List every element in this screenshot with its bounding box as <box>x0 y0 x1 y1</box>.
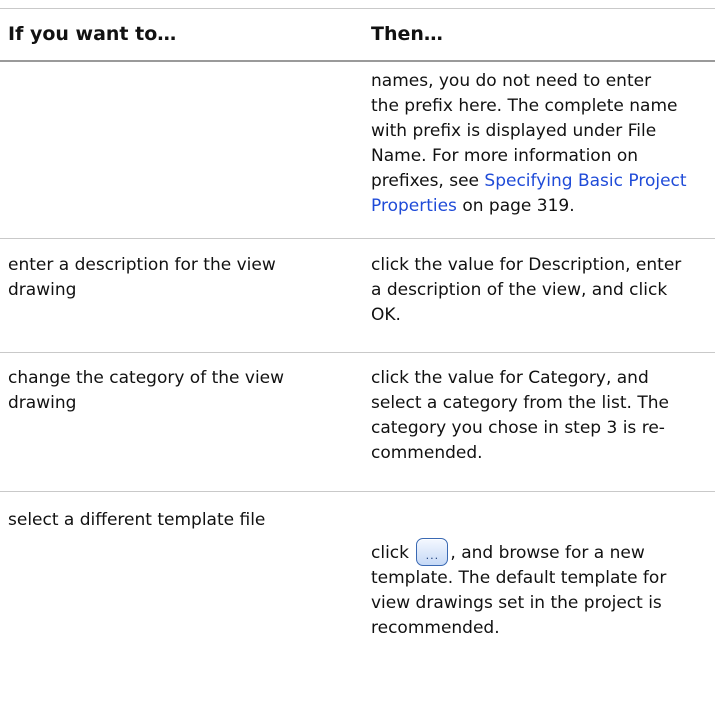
table-row-action: select a different template file <box>8 508 348 533</box>
table-row-result: click the value for Description, enter a… <box>371 253 711 328</box>
table-row-result: click ... , and browse for a new template… <box>371 538 711 641</box>
row4-result-text: , and browse for a new <box>450 543 645 563</box>
row3-result-line: click the value for Category, and <box>371 368 649 388</box>
specifying-basic-project-properties-link[interactable]: Specifying Basic Project <box>484 171 686 191</box>
row1-result-line: Name. For more information on <box>371 146 639 166</box>
specifying-basic-project-properties-link-cont[interactable]: Properties <box>371 196 457 216</box>
header-col1: If you want to… <box>8 23 177 45</box>
row1-result-line: prefixes, see Specifying Basic Project <box>371 169 711 194</box>
row4-action-line: select a different template file <box>8 510 266 530</box>
row2-result-line: a description of the view, and click <box>371 280 668 300</box>
row-divider <box>0 238 715 239</box>
row1-result-line: the prefix here. The complete name <box>371 96 678 116</box>
row3-action-line: change the category of the view <box>8 368 285 388</box>
row3-action-line: drawing <box>8 393 77 413</box>
row3-result-line: commended. <box>371 443 483 463</box>
row4-result-line: view drawings set in the project is <box>371 593 662 613</box>
row1-result-line: names, you do not need to enter <box>371 71 652 91</box>
row1-result-text: prefixes, see <box>371 171 485 191</box>
ellipsis-glyph: ... <box>425 549 440 562</box>
row4-result-line: click ... , and browse for a new <box>371 538 711 566</box>
row4-result-text: click <box>371 543 415 563</box>
header-bottom-rule <box>0 60 715 62</box>
table-row: names, you do not need to enter the pref… <box>371 69 711 219</box>
page-reference: on page 319. <box>456 196 575 216</box>
table-row-action: enter a description for the view drawing <box>8 253 348 303</box>
table-row-result: click the value for Category, and select… <box>371 366 711 466</box>
row1-result-line: Properties on page 319. <box>371 194 711 219</box>
row2-result-line: OK. <box>371 305 401 325</box>
browse-ellipsis-icon[interactable]: ... <box>416 538 449 566</box>
row-divider <box>0 491 715 492</box>
row2-action-line: drawing <box>8 280 77 300</box>
table-row-action: change the category of the view drawing <box>8 366 348 416</box>
table-top-rule <box>0 8 715 9</box>
row4-result-line: template. The default template for <box>371 568 667 588</box>
row4-result-line: recommended. <box>371 618 500 638</box>
row1-result-line: with prefix is displayed under File <box>371 121 657 141</box>
row2-result-line: click the value for Description, enter <box>371 255 682 275</box>
row3-result-line: category you chose in step 3 is re- <box>371 418 665 438</box>
row-divider <box>0 352 715 353</box>
header-col2: Then… <box>371 23 443 45</box>
row3-result-line: select a category from the list. The <box>371 393 669 413</box>
row2-action-line: enter a description for the view <box>8 255 276 275</box>
